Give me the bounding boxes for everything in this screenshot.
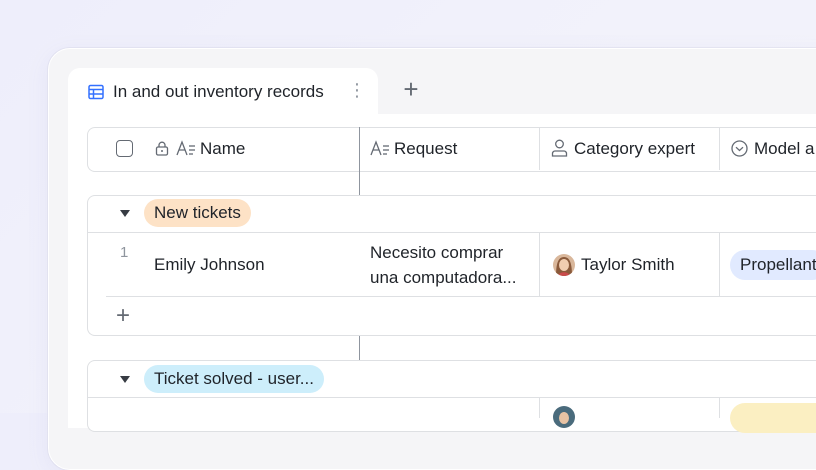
- cell-request-line2[interactable]: una computadora...: [370, 268, 516, 288]
- column-header-name[interactable]: Name: [200, 139, 245, 159]
- column-header-model[interactable]: Model a: [754, 139, 814, 159]
- column-divider: [719, 127, 720, 170]
- column-divider: [539, 233, 540, 296]
- row-index: 1: [120, 244, 129, 261]
- text-field-icon: [176, 140, 196, 157]
- lock-icon: [155, 141, 169, 156]
- add-record-button[interactable]: +: [116, 302, 130, 330]
- cell-category-expert[interactable]: Taylor Smith: [581, 255, 675, 275]
- group-header-divider: [88, 232, 816, 233]
- column-divider: [719, 233, 720, 296]
- single-select-icon: [731, 140, 748, 157]
- text-field-icon: [370, 140, 390, 157]
- column-header-request[interactable]: Request: [394, 139, 457, 159]
- tab-label: In and out inventory records: [113, 82, 324, 101]
- group-tag: Ticket solved - user...: [144, 365, 324, 393]
- cell-name[interactable]: Emily Johnson: [154, 255, 265, 275]
- tab-inventory-records[interactable]: In and out inventory records ⋮: [68, 68, 378, 115]
- avatar: [553, 406, 575, 428]
- grid-table-icon: [88, 84, 104, 100]
- group-header-divider: [88, 397, 816, 398]
- column-divider: [539, 398, 540, 418]
- collapse-caret-icon[interactable]: [120, 210, 130, 217]
- model-select-pill[interactable]: Propellant: [730, 250, 816, 280]
- more-options-icon[interactable]: ⋮: [348, 80, 366, 101]
- collapse-caret-icon[interactable]: [120, 376, 130, 383]
- model-select-pill[interactable]: [730, 403, 816, 433]
- column-divider: [539, 127, 540, 170]
- row-divider: [106, 296, 816, 297]
- column-divider: [719, 398, 720, 418]
- avatar: [553, 254, 575, 276]
- person-icon: [551, 139, 568, 157]
- select-all-checkbox[interactable]: [116, 140, 133, 157]
- column-header-category-expert[interactable]: Category expert: [574, 139, 695, 159]
- group-tag: New tickets: [144, 199, 251, 227]
- add-tab-button[interactable]: +: [398, 76, 424, 102]
- cell-request-line1[interactable]: Necesito comprar: [370, 243, 503, 263]
